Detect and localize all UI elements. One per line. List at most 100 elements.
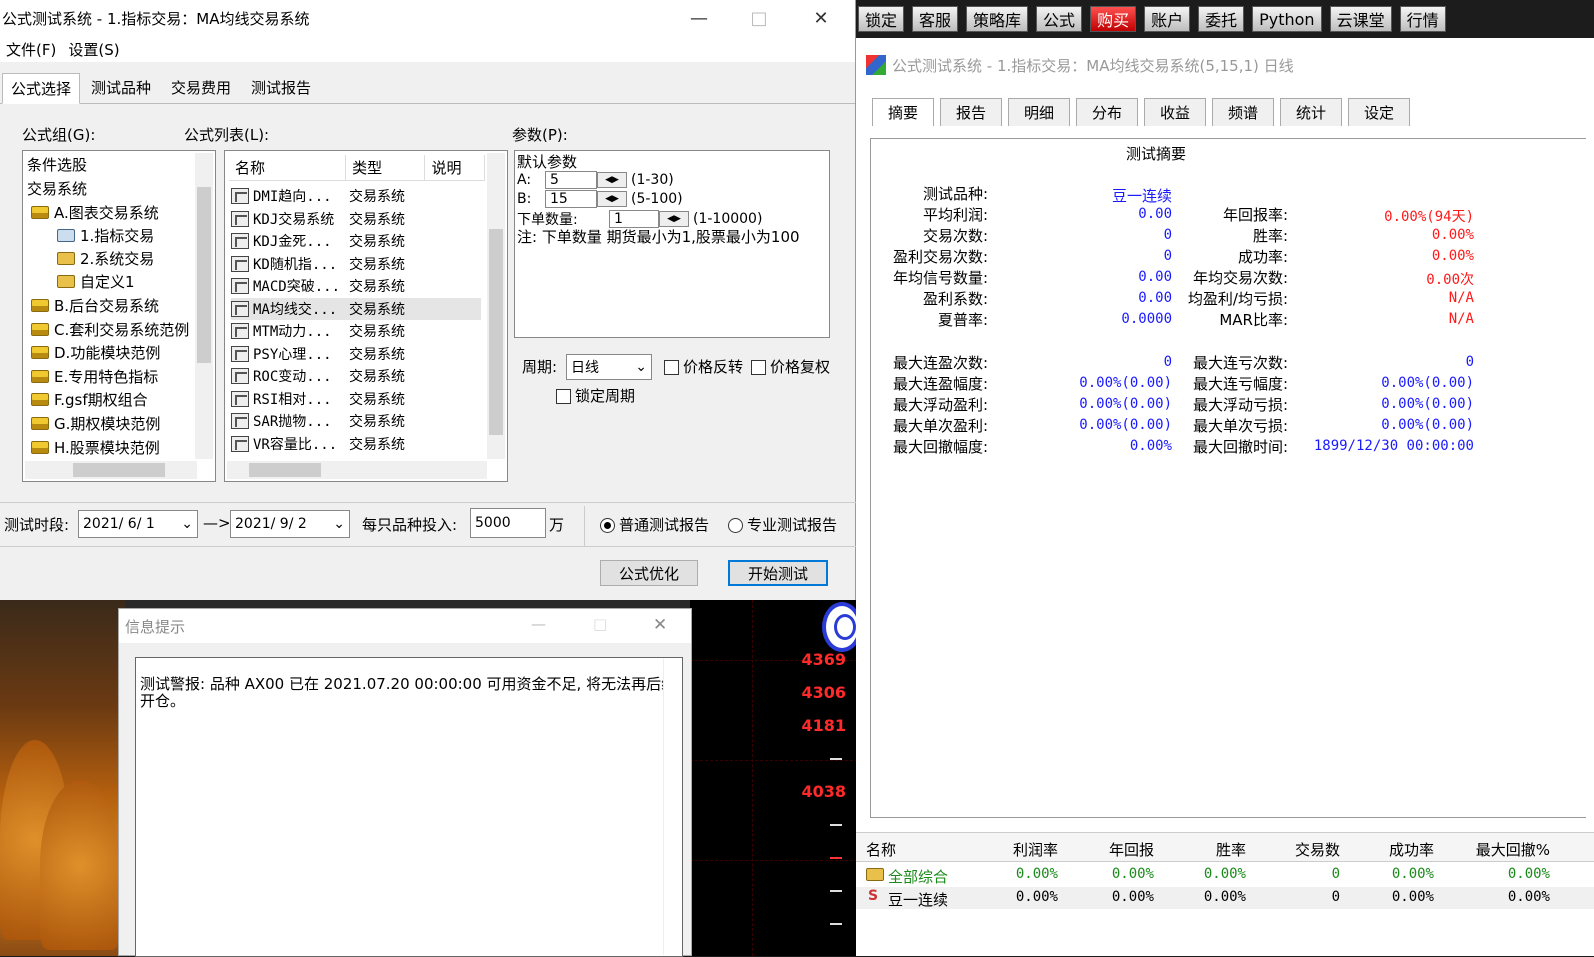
summary-key: 最大回撤时间: (1192, 438, 1288, 456)
report-tab[interactable]: 明细 (1008, 98, 1070, 126)
formula-list-row[interactable]: MTM动力... 交易系统 (231, 320, 481, 342)
normal-report-radio[interactable]: 普通测试报告 (600, 514, 709, 535)
col-name[interactable]: 名称 (229, 155, 347, 180)
formula-list-row[interactable]: SAR抛物... 交易系统 (231, 410, 481, 432)
table-row[interactable]: 全部综合 0.00% 0.00% 0.00% 0 0.00% 0.00% (856, 864, 1594, 886)
formula-list-row[interactable]: VR容量比... 交易系统 (231, 433, 481, 455)
info-vscroll[interactable] (663, 659, 681, 955)
col-drawdown[interactable]: 最大回撤% (1476, 839, 1550, 860)
formula-list[interactable]: 名称 类型 说明 DMI趋向... 交易系统 KDJ交易系统 交易系统 KDJ金死...… (224, 150, 508, 482)
param-vscroll[interactable] (810, 152, 828, 336)
price-adjust-checkbox[interactable]: 价格复权 (751, 356, 830, 377)
invest-unit: 万 (549, 516, 565, 534)
period-select[interactable]: 日线 ⌄ (566, 354, 652, 380)
col-type[interactable]: 类型 (346, 155, 426, 180)
col-trades[interactable]: 交易数 (1295, 839, 1340, 860)
toolbar-button[interactable]: 行情 (1399, 6, 1446, 32)
formula-list-row[interactable]: MA均线交... 交易系统 (231, 297, 481, 320)
close-button[interactable]: ✕ (792, 0, 850, 36)
tree-item[interactable]: F.gsf期权组合 (31, 388, 148, 411)
col-name[interactable]: 名称 (866, 839, 896, 860)
tree-item[interactable]: E.专用特色指标 (31, 365, 158, 388)
menu-settings[interactable]: 设置(S) (62, 39, 125, 60)
col-profit[interactable]: 利润率 (1013, 839, 1058, 860)
pro-report-radio[interactable]: 专业测试报告 (728, 514, 837, 535)
minimize-button[interactable]: — (670, 0, 728, 36)
table-row[interactable]: S 豆一连续 0.00% 0.00% 0.00% 0 0.00% 0.00% (856, 887, 1594, 909)
tree-item[interactable]: 1.指标交易 (57, 224, 154, 247)
test-period-label: 测试时段: (4, 516, 70, 534)
col-desc[interactable]: 说明 (425, 155, 485, 180)
end-date-picker[interactable]: 2021/ 9/ 2 ⌄ (230, 510, 350, 538)
folder-icon (31, 370, 49, 383)
maximize-button[interactable]: □ (730, 0, 788, 36)
param-a-spinner[interactable]: ◀▶ (597, 172, 627, 188)
tree-item[interactable]: 2.系统交易 (57, 247, 154, 270)
tab-test-instrument[interactable]: 测试品种 (82, 72, 161, 103)
optimize-button[interactable]: 公式优化 (600, 560, 698, 586)
maximize-button[interactable]: □ (593, 615, 607, 633)
minimize-button[interactable]: — (531, 615, 546, 633)
toolbar-button[interactable]: 委托 (1198, 6, 1245, 32)
tree-item[interactable]: 交易系统 (27, 177, 87, 200)
list-hscroll[interactable] (227, 461, 487, 479)
report-tab[interactable]: 收益 (1144, 98, 1206, 126)
formula-list-row[interactable]: KDJ金死... 交易系统 (231, 230, 481, 252)
tab-trade-fee[interactable]: 交易费用 (162, 72, 241, 103)
formula-list-row[interactable]: KD随机指... 交易系统 (231, 253, 481, 275)
formula-list-row[interactable]: KDJ交易系统 交易系统 (231, 208, 481, 230)
col-winrate[interactable]: 胜率 (1216, 839, 1246, 860)
report-tab[interactable]: 设定 (1348, 98, 1410, 126)
formula-list-row[interactable]: MACD突破... 交易系统 (231, 275, 481, 297)
formula-group-tree[interactable]: 条件选股 交易系统 A.图表交易系统 1.指标交易 2.系统交易 自定义1 B.… (22, 150, 216, 482)
row-cell: 0.00% (1507, 866, 1550, 882)
toolbar-button[interactable]: 策略库 (966, 6, 1029, 32)
toolbar-button[interactable]: 锁定 (858, 6, 905, 32)
report-tab[interactable]: 分布 (1076, 98, 1138, 126)
col-success[interactable]: 成功率 (1389, 839, 1434, 860)
order-qty-input[interactable]: 1 (609, 210, 659, 228)
toolbar-button[interactable]: 云课堂 (1329, 6, 1392, 32)
tree-item[interactable]: A.图表交易系统 (31, 201, 159, 224)
formula-list-row[interactable]: ROC变动... 交易系统 (231, 365, 481, 387)
order-qty-spinner[interactable]: ◀▶ (659, 211, 689, 227)
formula-list-row[interactable]: PSY心理... 交易系统 (231, 343, 481, 365)
start-date-picker[interactable]: 2021/ 6/ 1 ⌄ (78, 510, 198, 538)
tree-vscroll[interactable] (195, 153, 213, 459)
menu-file[interactable]: 文件(F) (0, 39, 62, 60)
tree-item[interactable]: D.功能模块范例 (31, 341, 160, 364)
lock-period-checkbox[interactable]: 锁定周期 (556, 385, 635, 406)
tree-item[interactable]: H.股票模块范例 (31, 436, 160, 459)
formula-list-row[interactable]: RSI相对... 交易系统 (231, 388, 481, 410)
list-vscroll[interactable] (487, 153, 505, 459)
tree-item[interactable]: 自定义1 (57, 270, 135, 293)
report-tab[interactable]: 统计 (1280, 98, 1342, 126)
param-a-input[interactable]: 5 (545, 171, 597, 189)
toolbar-button[interactable]: 购买 (1090, 6, 1137, 32)
tree-item[interactable]: C.套利交易系统范例 (31, 318, 189, 341)
formula-list-row[interactable]: DMI趋向... 交易系统 (231, 185, 481, 207)
tab-formula-select[interactable]: 公式选择 (2, 73, 81, 104)
toolbar-button[interactable]: Python (1252, 6, 1322, 32)
report-tab[interactable]: 摘要 (872, 98, 934, 126)
param-b-input[interactable]: 15 (545, 190, 597, 208)
toolbar-button[interactable]: 公式 (1036, 6, 1083, 32)
col-annual[interactable]: 年回报 (1109, 839, 1154, 860)
close-button[interactable]: ✕ (653, 615, 667, 635)
formula-icon (231, 255, 249, 272)
result-table-header: 名称 利润率 年回报 胜率 交易数 成功率 最大回撤% (856, 832, 1594, 862)
tab-test-report[interactable]: 测试报告 (242, 72, 321, 103)
invest-input[interactable]: 5000 (470, 508, 546, 538)
toolbar-button[interactable]: 客服 (912, 6, 959, 32)
tree-hscroll[interactable] (25, 461, 197, 479)
tree-item[interactable]: B.后台交易系统 (31, 294, 159, 317)
start-test-button[interactable]: 开始测试 (728, 560, 828, 586)
tree-item[interactable]: 条件选股 (27, 153, 87, 176)
price-reverse-checkbox[interactable]: 价格反转 (664, 356, 743, 377)
report-tab[interactable]: 报告 (940, 98, 1002, 126)
param-b-spinner[interactable]: ◀▶ (597, 191, 627, 207)
background-chart: 45 4369 4306 4181 4038 (690, 600, 858, 956)
report-tab[interactable]: 频谱 (1212, 98, 1274, 126)
tree-item[interactable]: G.期权模块范例 (31, 412, 160, 435)
toolbar-button[interactable]: 账户 (1144, 6, 1191, 32)
